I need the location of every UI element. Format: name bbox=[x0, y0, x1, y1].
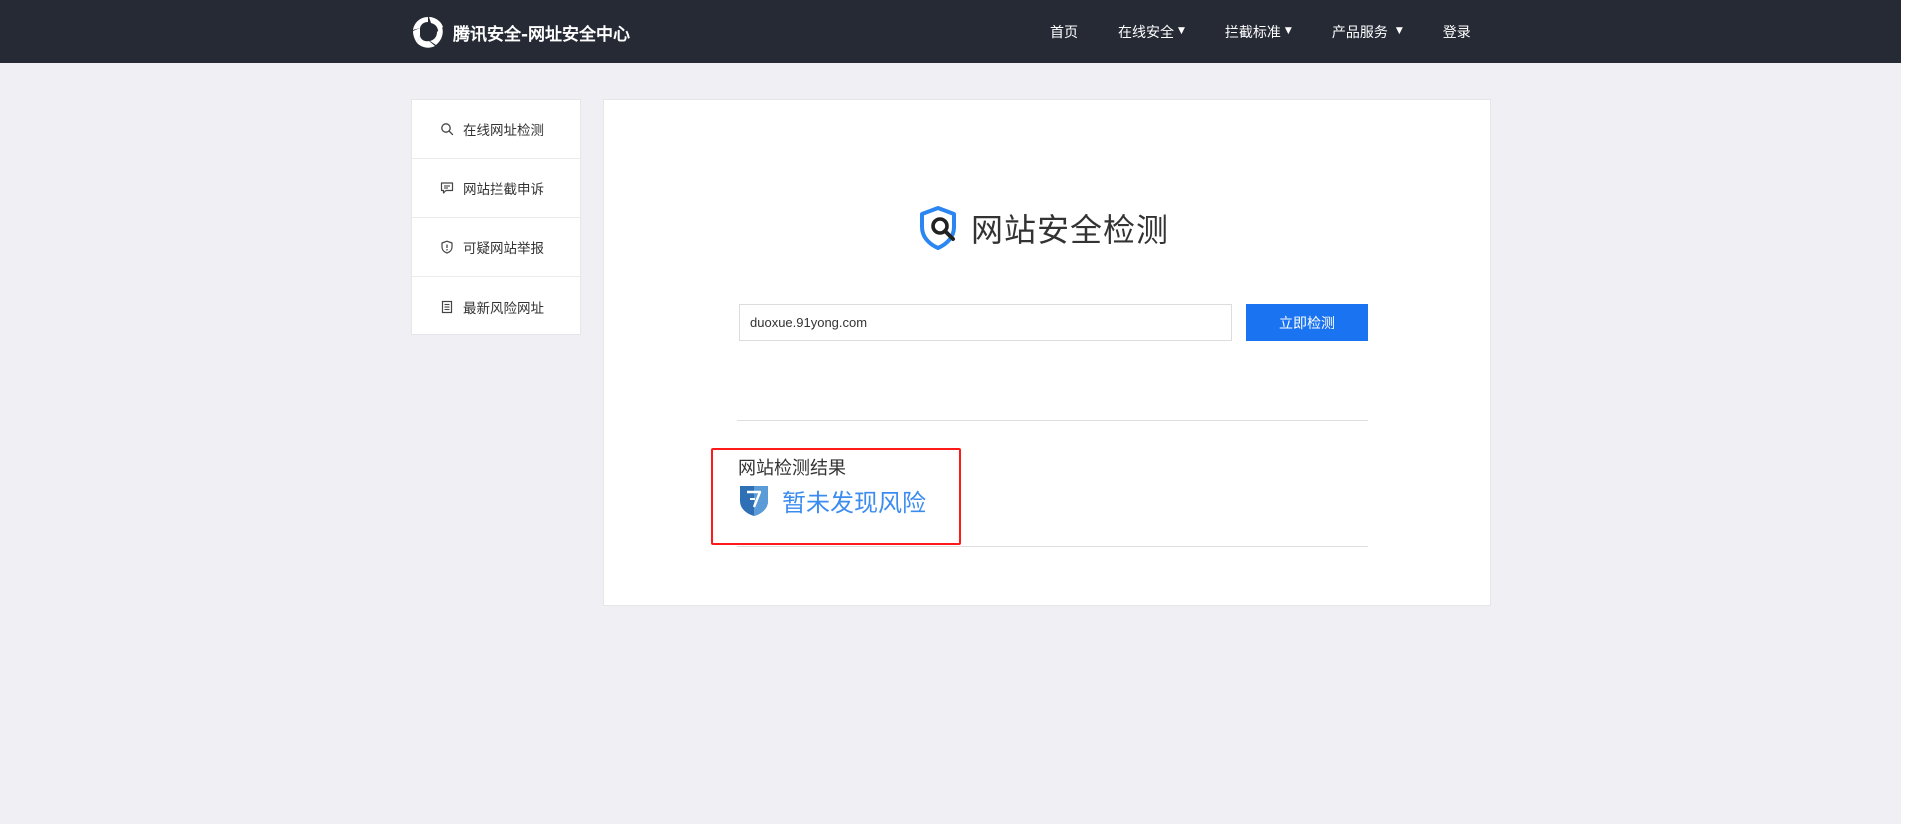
brand-title: 腾讯安全-网址安全中心 bbox=[453, 24, 631, 45]
nav-block-standards[interactable]: 拦截标准 ▼ bbox=[1225, 22, 1292, 42]
nav-label: 在线安全 bbox=[1118, 24, 1174, 41]
sidebar-item-latest-risk[interactable]: 最新风险网址 bbox=[412, 277, 580, 336]
brand-link[interactable]: 腾讯安全-网址安全中心 bbox=[411, 14, 630, 50]
nav-login[interactable]: 登录 bbox=[1443, 22, 1471, 42]
nav-products[interactable]: 产品服务 ▼ bbox=[1332, 22, 1403, 42]
page-title: 网站安全检测 bbox=[971, 211, 1170, 249]
page-heading: 网站安全检测 bbox=[917, 204, 1169, 252]
sidebar-item-label: 在线网址检测 bbox=[463, 123, 544, 139]
url-input[interactable] bbox=[739, 304, 1232, 341]
sidebar-item-label: 网站拦截申诉 bbox=[463, 182, 544, 198]
top-navigation-bar: 腾讯安全-网址安全中心 首页 在线安全 ▼ 拦截标准 ▼ 产品服务 ▼ 登录 bbox=[0, 0, 1905, 63]
check-now-button[interactable]: 立即检测 bbox=[1246, 304, 1368, 341]
main-nav: 首页 在线安全 ▼ 拦截标准 ▼ 产品服务 ▼ 登录 bbox=[1050, 0, 1471, 63]
shield-alert-icon bbox=[441, 240, 453, 254]
tencent-security-logo bbox=[413, 17, 443, 48]
main-content-card: 网站安全检测 立即检测 网站检测结果 暂未发现风险 bbox=[603, 99, 1491, 606]
sidebar-item-appeal[interactable]: 网站拦截申诉 bbox=[412, 159, 580, 218]
sidebar-item-label: 最新风险网址 bbox=[463, 300, 544, 317]
divider-top bbox=[737, 420, 1368, 421]
nav-label: 拦截标准 bbox=[1224, 24, 1281, 41]
divider-bottom bbox=[737, 546, 1368, 547]
document-list-icon bbox=[441, 300, 453, 313]
caret-down-icon: ▼ bbox=[1178, 26, 1185, 36]
nav-home[interactable]: 首页 bbox=[1050, 22, 1078, 42]
sidebar: 在线网址检测 网站拦截申诉 可疑网站举报 最新风险网址 bbox=[411, 99, 581, 335]
sidebar-item-url-check[interactable]: 在线网址检测 bbox=[412, 100, 580, 159]
result-status: 暂未发现风险 bbox=[738, 482, 926, 518]
shield-safe-icon bbox=[740, 486, 768, 516]
caret-down-icon: ▼ bbox=[1395, 26, 1403, 36]
shield-search-icon bbox=[920, 206, 956, 250]
search-icon bbox=[441, 123, 454, 136]
scrollbar-track[interactable] bbox=[1901, 0, 1905, 824]
sidebar-item-label: 可疑网站举报 bbox=[463, 241, 544, 257]
result-label: 网站检测结果 bbox=[738, 458, 846, 479]
nav-label: 登录 bbox=[1442, 24, 1471, 41]
sidebar-item-report[interactable]: 可疑网站举报 bbox=[412, 218, 580, 277]
nav-label: 产品服务 bbox=[1331, 24, 1388, 41]
caret-down-icon: ▼ bbox=[1284, 26, 1292, 36]
nav-online-security[interactable]: 在线安全 ▼ bbox=[1118, 22, 1185, 42]
result-status-text: 暂未发现风险 bbox=[782, 488, 926, 517]
comment-icon bbox=[440, 182, 454, 194]
nav-label: 首页 bbox=[1050, 24, 1078, 41]
